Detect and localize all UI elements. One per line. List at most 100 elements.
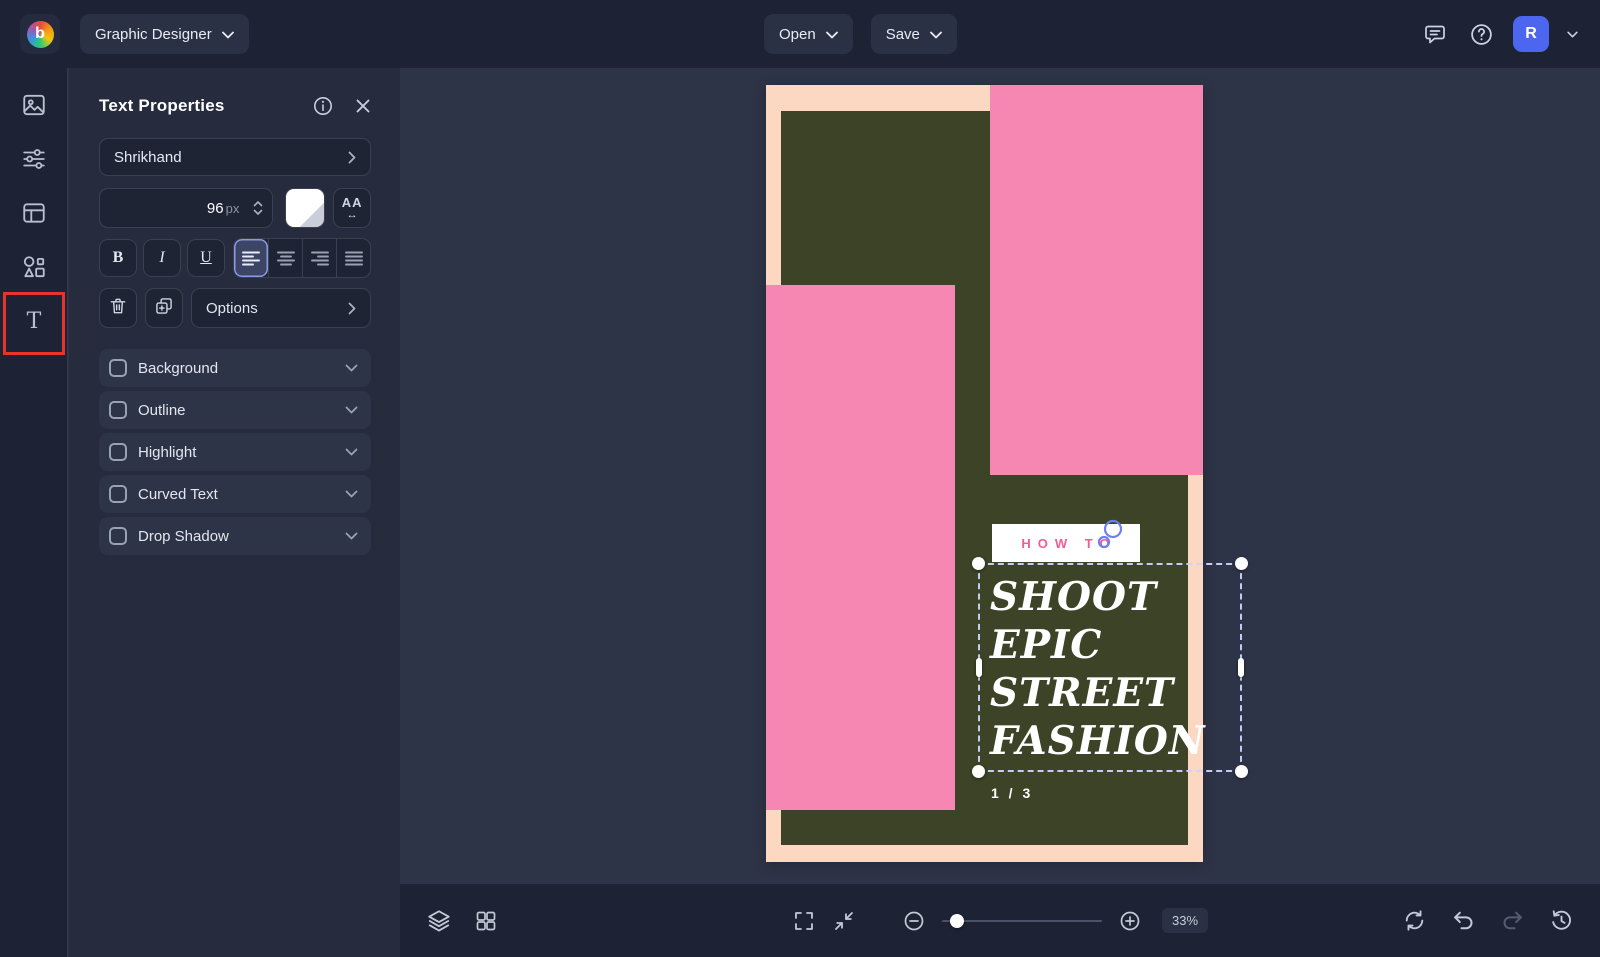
align-right-button[interactable] [302,239,336,277]
bold-button[interactable]: B [99,239,137,277]
section-outline[interactable]: Outline [99,391,371,429]
design-canvas[interactable]: HOW TO SHOOT EPIC STREET FASHION 1 / 3 [400,68,1600,957]
section-drop-shadow[interactable]: Drop Shadow [99,517,371,555]
zoom-slider-knob[interactable] [950,914,964,928]
zoom-slider[interactable] [942,914,1102,928]
redo-icon[interactable] [1500,908,1525,933]
sidebar-item-text[interactable]: T [12,306,56,340]
undo-icon[interactable] [1451,908,1476,933]
selection-handle-nw[interactable] [972,557,985,570]
selection-handle-ne[interactable] [1235,557,1248,570]
pagination-text-layer[interactable]: 1 / 3 [991,785,1033,801]
save-label: Save [886,26,920,43]
app-menu-button[interactable]: Graphic Designer [80,14,249,54]
duplicate-icon [154,296,174,321]
sidebar-item-graphics[interactable] [12,252,56,286]
image-icon [21,92,47,123]
panel-title: Text Properties [99,96,225,116]
format-row: B I U [99,238,371,278]
sidebar-item-image-manager[interactable] [12,90,56,124]
section-curved-text[interactable]: Curved Text [99,475,371,513]
text-properties-panel: Text Properties Shrikhand [69,68,400,957]
selection-handle-east[interactable] [1238,658,1244,677]
letter-spacing-button[interactable]: AA ↔ [333,188,371,228]
text-color-swatch[interactable] [285,188,325,228]
chevron-down-icon [345,448,358,456]
section-label: Background [138,360,218,377]
italic-button[interactable]: I [143,239,181,277]
svg-text:T: T [26,309,41,334]
reset-rotate-icon[interactable] [1402,908,1427,933]
sidebar-item-templates[interactable] [12,198,56,232]
font-size-stepper[interactable] [253,200,263,216]
chevron-down-icon [345,406,358,414]
zoom-out-icon[interactable] [902,909,926,933]
history-icon[interactable] [1549,908,1574,933]
selection-handle-west[interactable] [976,658,982,677]
info-icon[interactable] [313,96,333,116]
pink-rectangle-top-right[interactable] [990,85,1203,475]
drop-shadow-checkbox[interactable] [109,527,127,545]
sliders-icon [21,146,47,177]
trash-icon [108,296,128,321]
duplicate-button[interactable] [145,288,183,328]
section-label: Highlight [138,444,196,461]
underline-button[interactable]: U [187,239,225,277]
feedback-comment-icon[interactable] [1421,20,1449,48]
selection-box[interactable] [978,563,1242,772]
align-center-button[interactable] [268,239,302,277]
section-label: Curved Text [138,486,218,503]
eyebrow-text-layer[interactable]: HOW TO [992,524,1140,562]
help-icon[interactable] [1467,20,1495,48]
font-size-input[interactable]: 96 px [99,188,273,228]
curved-text-checkbox[interactable] [109,485,127,503]
options-button[interactable]: Options [191,288,371,328]
account-chevron-down-icon[interactable] [1567,31,1578,38]
fullscreen-icon[interactable] [792,909,816,933]
pages-grid-icon[interactable] [474,909,498,933]
options-label: Options [206,300,258,317]
chevron-down-icon [222,26,234,43]
tool-sidebar: T [0,68,68,957]
layers-icon[interactable] [426,908,452,934]
topbar: b Graphic Designer Open Save [0,0,1600,68]
font-size-unit: px [226,201,240,216]
befunky-logo-icon: b [27,21,54,48]
close-icon[interactable] [355,98,371,114]
action-row: Options [99,288,371,328]
sidebar-item-edit[interactable] [12,144,56,178]
highlight-checkbox[interactable] [109,443,127,461]
open-label: Open [779,26,816,43]
alignment-group [233,238,371,278]
zoom-in-icon[interactable] [1118,909,1142,933]
open-button[interactable]: Open [764,14,853,54]
zoom-slider-track[interactable] [942,920,1102,922]
selection-handle-sw[interactable] [972,765,985,778]
align-left-button[interactable] [234,239,268,277]
chevron-down-icon [345,364,358,372]
zoom-level-badge: 33% [1162,908,1208,933]
section-background[interactable]: Background [99,349,371,387]
align-justify-button[interactable] [336,239,370,277]
fit-to-screen-icon[interactable] [832,909,856,933]
app-logo[interactable]: b [20,14,60,54]
user-avatar[interactable]: R [1513,16,1549,52]
background-checkbox[interactable] [109,359,127,377]
chevron-down-icon [930,26,942,43]
chevron-right-icon [348,151,356,164]
save-button[interactable]: Save [871,14,957,54]
section-label: Outline [138,402,186,419]
file-actions: Open Save [764,14,957,54]
templates-icon [21,200,47,231]
pink-rectangle-left[interactable] [766,285,955,810]
section-highlight[interactable]: Highlight [99,433,371,471]
section-label: Drop Shadow [138,528,229,545]
selection-handle-se[interactable] [1235,765,1248,778]
chevron-down-icon [345,532,358,540]
app-menu-label: Graphic Designer [95,26,212,43]
chevron-right-icon [348,302,356,315]
delete-button[interactable] [99,288,137,328]
font-family-select[interactable]: Shrikhand [99,138,371,176]
graphic-designer-app: b Graphic Designer Open Save [0,0,1600,957]
outline-checkbox[interactable] [109,401,127,419]
